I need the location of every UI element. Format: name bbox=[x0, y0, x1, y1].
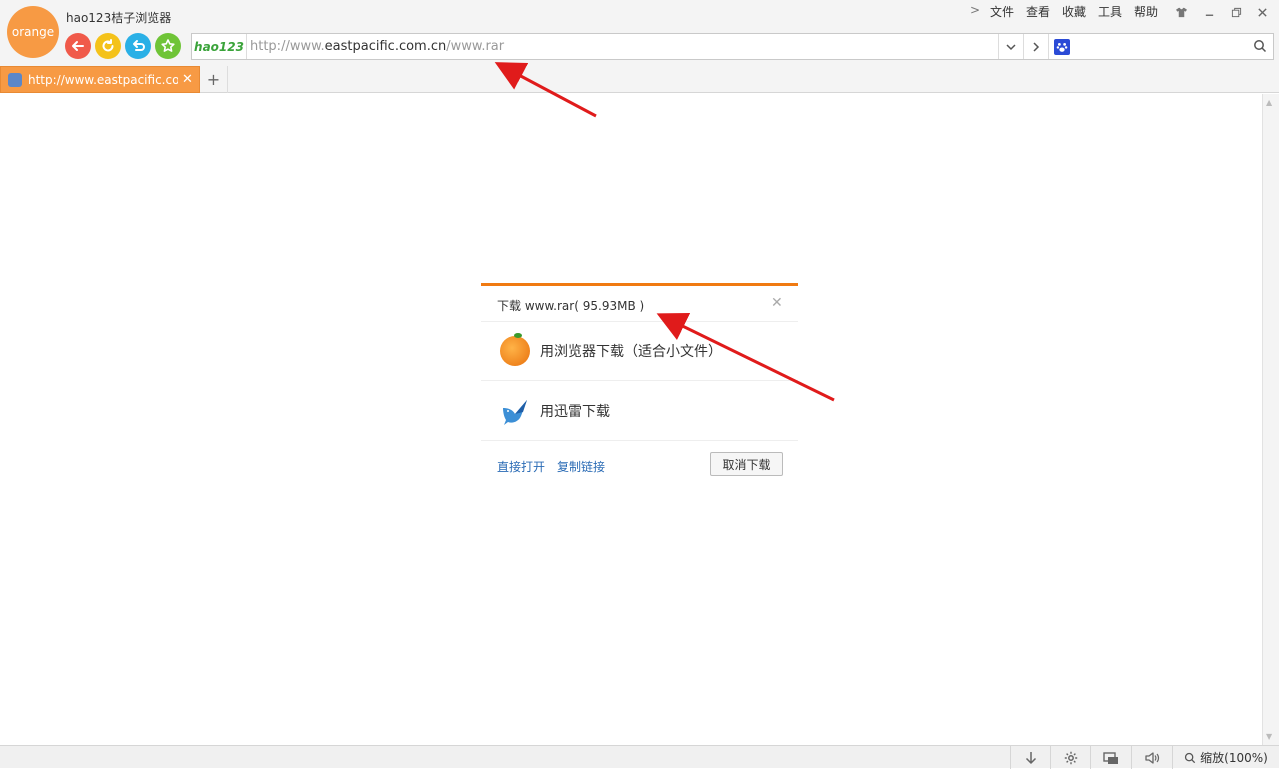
baidu-paw-icon bbox=[1053, 38, 1070, 55]
star-icon bbox=[161, 39, 175, 52]
menu-tools[interactable]: 工具 bbox=[1098, 3, 1122, 20]
url-history-dropdown[interactable] bbox=[998, 34, 1023, 59]
skin-button[interactable] bbox=[1173, 5, 1189, 19]
dialog-title: 下载 www.rar( 95.93MB ) bbox=[497, 297, 644, 314]
chevron-right-icon bbox=[1033, 41, 1040, 52]
refresh-icon bbox=[102, 39, 114, 52]
download-arrow-icon bbox=[1025, 751, 1036, 764]
status-bar: 缩放(100%) bbox=[0, 745, 1279, 769]
speaker-icon bbox=[1144, 751, 1159, 764]
refresh-button[interactable] bbox=[95, 33, 121, 59]
url-prefix: http://www. bbox=[250, 39, 325, 54]
menu-file[interactable]: 文件 bbox=[990, 3, 1014, 20]
dialog-header: 下载 www.rar( 95.93MB ) ✕ bbox=[481, 286, 798, 322]
url-suffix: /www.rar bbox=[446, 39, 505, 54]
address-bar[interactable]: hao123 http://www.eastpacific.com.cn/www… bbox=[191, 33, 1274, 60]
download-file-size: ( 95.93MB ) bbox=[574, 299, 645, 313]
url-field[interactable]: http://www.eastpacific.com.cn/www.rar bbox=[250, 39, 504, 54]
menu-view[interactable]: 查看 bbox=[1026, 3, 1050, 20]
tab-strip: http://www.eastpacific.com.cn ✕ + bbox=[0, 65, 1279, 93]
go-button[interactable] bbox=[1023, 34, 1048, 59]
restore-button[interactable] bbox=[1228, 5, 1244, 19]
volume-button[interactable] bbox=[1131, 746, 1171, 769]
new-tab-button[interactable]: + bbox=[200, 66, 228, 93]
minimize-button[interactable] bbox=[1201, 5, 1217, 19]
downloads-button[interactable] bbox=[1010, 746, 1050, 769]
shirt-icon bbox=[1175, 7, 1187, 17]
browser-chrome: orange hao123桔子浏览器 > 文件 查看 收藏 工具 帮助 hao1… bbox=[0, 0, 1279, 93]
cancel-download-button[interactable]: 取消下载 bbox=[710, 452, 783, 476]
restore-icon bbox=[1231, 7, 1241, 17]
favorite-button[interactable] bbox=[155, 33, 181, 59]
search-engine-selector[interactable] bbox=[1048, 34, 1074, 59]
hao123-logo-text: hao123 bbox=[194, 39, 244, 54]
monitor-icon bbox=[1102, 751, 1118, 764]
settings-button[interactable] bbox=[1050, 746, 1090, 769]
dialog-links: 直接打开 复制链接 bbox=[497, 458, 605, 475]
page-favicon-icon bbox=[8, 72, 22, 87]
browser-logo[interactable]: orange bbox=[7, 6, 59, 58]
orange-browser-icon bbox=[500, 333, 530, 366]
back-arrow-icon bbox=[72, 41, 84, 51]
screen-mode-button[interactable] bbox=[1090, 746, 1130, 769]
menu-expand-icon[interactable]: > bbox=[970, 3, 980, 17]
zoom-control[interactable]: 缩放(100%) bbox=[1172, 746, 1279, 769]
back-button[interactable] bbox=[65, 33, 91, 59]
download-file-name: www.rar bbox=[524, 299, 575, 313]
xunlei-download-label: 用迅雷下载 bbox=[540, 404, 610, 420]
undo-icon bbox=[133, 40, 145, 51]
hao123-logo[interactable]: hao123 bbox=[192, 34, 247, 59]
menu-help[interactable]: 帮助 bbox=[1134, 3, 1158, 20]
open-directly-link[interactable]: 直接打开 bbox=[497, 458, 545, 475]
dialog-title-prefix: 下载 bbox=[497, 299, 522, 313]
scroll-down-icon[interactable]: ▼ bbox=[1266, 732, 1276, 741]
close-icon bbox=[1257, 7, 1267, 17]
tab-title: http://www.eastpacific.com.cn bbox=[28, 72, 178, 87]
menu-favorites[interactable]: 收藏 bbox=[1062, 3, 1086, 20]
scroll-up-icon[interactable]: ▲ bbox=[1266, 98, 1276, 107]
url-domain: eastpacific.com.cn bbox=[324, 39, 447, 54]
browser-download-label: 用浏览器下载（适合小文件） bbox=[540, 344, 722, 360]
xunlei-bird-icon bbox=[503, 400, 527, 425]
logo-text: orange bbox=[11, 25, 55, 39]
magnifier-icon bbox=[1185, 752, 1196, 763]
search-icon[interactable] bbox=[1253, 39, 1267, 53]
minimize-icon bbox=[1205, 14, 1213, 16]
active-tab[interactable]: http://www.eastpacific.com.cn ✕ bbox=[0, 66, 200, 93]
gear-icon bbox=[1064, 751, 1077, 764]
dialog-close-icon[interactable]: ✕ bbox=[771, 295, 783, 311]
vertical-scrollbar[interactable]: ▲ ▼ bbox=[1262, 94, 1279, 745]
window-title: hao123桔子浏览器 bbox=[66, 11, 172, 25]
download-dialog: 下载 www.rar( 95.93MB ) ✕ 用浏览器下载（适合小文件） 用迅… bbox=[481, 283, 798, 490]
tab-close-icon[interactable]: ✕ bbox=[182, 72, 193, 87]
close-window-button[interactable] bbox=[1254, 5, 1270, 19]
xunlei-download-option[interactable]: 用迅雷下载 bbox=[481, 382, 798, 441]
copy-link-link[interactable]: 复制链接 bbox=[557, 458, 605, 475]
undo-close-button[interactable] bbox=[125, 33, 151, 59]
browser-download-option[interactable]: 用浏览器下载（适合小文件） bbox=[481, 322, 798, 381]
zoom-label: 缩放(100%) bbox=[1200, 751, 1268, 765]
chevron-down-icon bbox=[1006, 43, 1016, 50]
